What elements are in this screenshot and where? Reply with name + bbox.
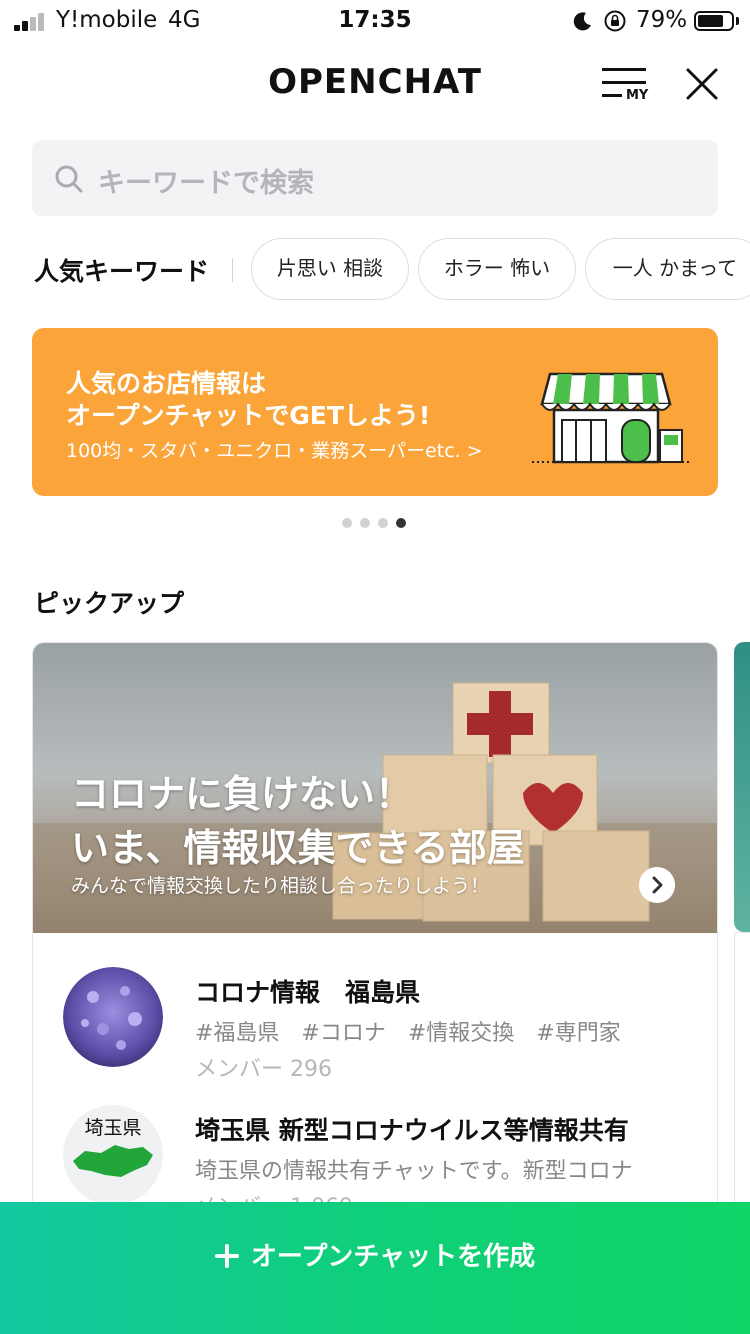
battery-tip <box>736 17 739 25</box>
search-placeholder: キーワードで検索 <box>98 168 314 199</box>
battery-icon <box>694 11 734 31</box>
pickup-section-title: ピックアップ <box>34 589 185 618</box>
store-icon <box>532 372 692 464</box>
create-button-content: オープンチャットを作成 <box>0 1236 750 1273</box>
plus-icon <box>214 1244 239 1268</box>
banner-title-line2: オープンチャットでGETしよう! <box>66 401 431 430</box>
avatar-text: 埼玉県 <box>84 1117 142 1139</box>
room-name: コロナ情報 福島県 <box>195 978 421 1007</box>
keyword-chip[interactable]: ホラー 怖い <box>418 238 576 300</box>
keyword-chip[interactable]: 一人 かまって <box>585 238 750 300</box>
room-description: 埼玉県の情報共有チャットです。新型コロナ <box>195 1159 633 1184</box>
close-icon[interactable] <box>682 64 722 104</box>
my-menu-button[interactable]: MY <box>598 62 652 106</box>
pickup-card: コロナに負けない！ いま、情報収集できる部屋 みんなで情報交換したり相談し合った… <box>32 642 718 1262</box>
room-member-count: メンバー 296 <box>195 1057 332 1082</box>
create-openchat-button[interactable]: オープンチャットを作成 <box>0 1202 750 1334</box>
promo-banner[interactable]: 人気のお店情報は オープンチャットでGETしよう! 100均・スタバ・ユニクロ・… <box>32 328 718 496</box>
carousel-dot-active[interactable] <box>396 518 406 528</box>
carousel-dot[interactable] <box>378 518 388 528</box>
rotation-lock-icon <box>604 10 626 32</box>
banner-title-line1: 人気のお店情報は <box>66 369 267 398</box>
next-pickup-card-peek[interactable] <box>734 642 750 932</box>
room-tags: #福島県 #コロナ #情報交換 #専門家 <box>195 1021 621 1046</box>
saitama-map-icon <box>73 1145 153 1177</box>
search-input[interactable]: キーワードで検索 <box>32 140 718 216</box>
menu-line <box>602 81 646 84</box>
menu-line <box>602 68 646 71</box>
carousel-dot[interactable] <box>360 518 370 528</box>
hero-title-line1: コロナに負けない！ <box>71 772 414 816</box>
hero-subtitle: みんなで情報交換したり相談し合ったりしよう！ <box>71 875 490 897</box>
keyword-chip[interactable]: 片思い 相談 <box>251 238 409 300</box>
menu-line <box>602 94 622 97</box>
carousel-dot[interactable] <box>342 518 352 528</box>
room-list-item[interactable]: コロナ情報 福島県 #福島県 #コロナ #情報交換 #専門家 メンバー 296 <box>33 967 717 1087</box>
search-icon <box>55 165 83 193</box>
chevron-right-icon[interactable] <box>639 867 675 903</box>
room-name: 埼玉県 新型コロナウイルス等情報共有 <box>195 1116 629 1145</box>
create-button-label: オープンチャットを作成 <box>250 1242 536 1272</box>
room-avatar-saitama: 埼玉県 <box>63 1105 163 1205</box>
hero-title-line2: いま、情報収集できる部屋 <box>71 826 525 870</box>
my-label: MY <box>626 88 649 103</box>
popular-keywords-label: 人気キーワード <box>34 257 210 286</box>
pickup-hero[interactable]: コロナに負けない！ いま、情報収集できる部屋 みんなで情報交換したり相談し合った… <box>33 643 717 933</box>
status-bar: Y!mobile 4G 17:35 79% <box>0 0 750 42</box>
divider <box>232 258 233 282</box>
do-not-disturb-moon-icon <box>573 12 591 31</box>
banner-subtitle: 100均・スタバ・ユニクロ・業務スーパーetc. > <box>66 440 483 462</box>
room-avatar-virus <box>63 967 163 1067</box>
battery-percent: 79% <box>636 7 688 33</box>
